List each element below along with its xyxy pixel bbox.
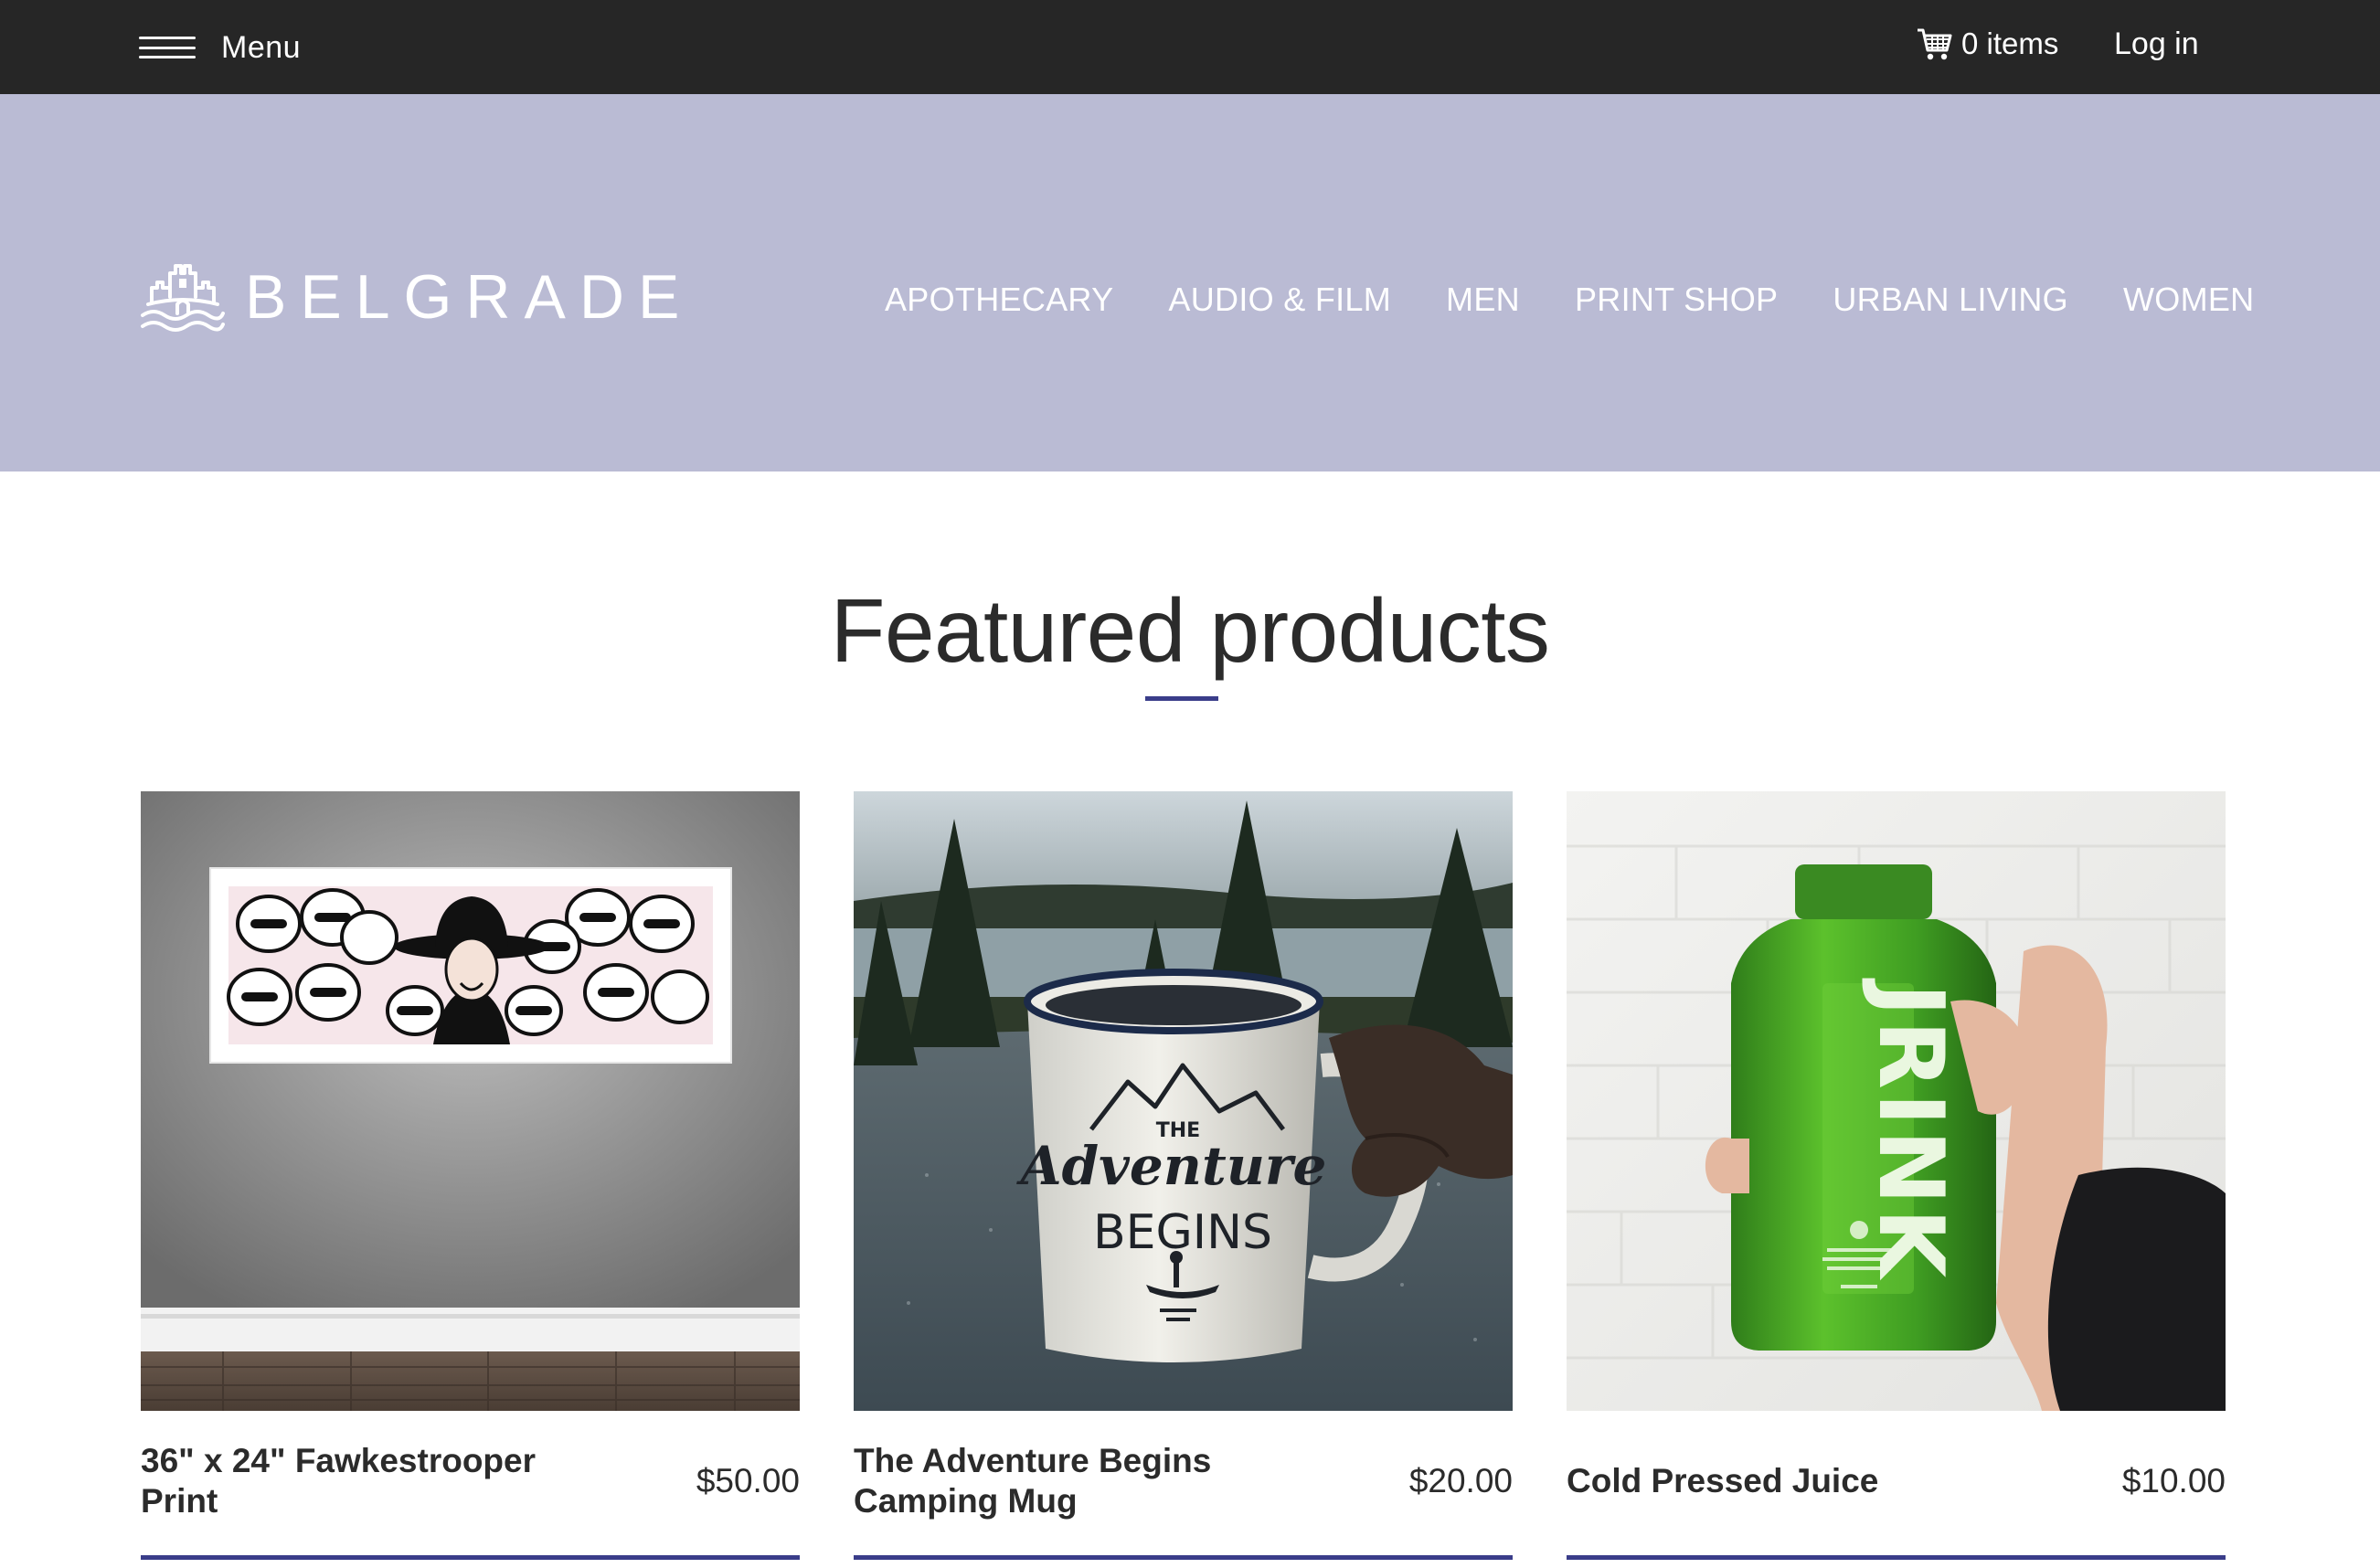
cart-link[interactable]: 0 items	[1916, 16, 2058, 71]
card-underline	[854, 1555, 1513, 1560]
mug-text-adventure: Adventure	[1016, 1135, 1327, 1197]
bottle-brand-text: JRINK	[1858, 978, 1962, 1281]
camping-mug-image: THE Adventure BEGINS	[854, 791, 1513, 1411]
juice-bottle-image: JRINK	[1567, 791, 2226, 1411]
product-price: $20.00	[1408, 1462, 1513, 1499]
framed-art-print-image	[141, 791, 800, 1411]
site-header: BELGRADE APOTHECARY AUDIO & FILM MEN PRI…	[0, 94, 2380, 471]
nav-item-apothecary[interactable]: APOTHECARY	[885, 281, 1113, 319]
site-logo[interactable]: BELGRADE	[139, 259, 693, 335]
login-link[interactable]: Log in	[2114, 16, 2199, 71]
main-nav: APOTHECARY AUDIO & FILM MEN PRINT SHOP U…	[885, 268, 2254, 332]
card-underline	[141, 1555, 800, 1560]
nav-item-urban-living[interactable]: URBAN LIVING	[1833, 281, 2068, 319]
product-image[interactable]: JRINK	[1567, 791, 2226, 1411]
nav-item-men[interactable]: MEN	[1446, 281, 1520, 319]
nav-item-print-shop[interactable]: PRINT SHOP	[1575, 281, 1778, 319]
product-image[interactable]: THE Adventure BEGINS	[854, 791, 1513, 1411]
product-name[interactable]: The Adventure Begins Camping Mug	[854, 1431, 1283, 1531]
mug-text-begins: BEGINS	[1093, 1205, 1272, 1260]
shopping-cart-icon	[1918, 28, 1952, 60]
product-image[interactable]	[141, 791, 800, 1411]
menu-button[interactable]: Menu	[139, 20, 301, 75]
hamburger-icon	[139, 37, 196, 58]
product-name[interactable]: 36" x 24" Fawkestrooper Print	[141, 1431, 570, 1531]
card-underline	[1567, 1555, 2226, 1560]
featured-title: Featured products	[830, 580, 1550, 681]
cart-count: 0 items	[1961, 26, 2059, 60]
top-bar: Menu 0 items Log in	[0, 0, 2380, 94]
product-name[interactable]: Cold Pressed Juice	[1567, 1431, 1996, 1531]
product-card[interactable]: 36" x 24" Fawkestrooper Print $50.00	[141, 791, 800, 1568]
title-underline	[1145, 696, 1218, 701]
castle-logo-icon	[141, 264, 225, 332]
product-card[interactable]: THE Adventure BEGINS The Adventure Begin…	[854, 791, 1513, 1568]
product-price: $50.00	[696, 1462, 800, 1499]
nav-item-audio-film[interactable]: AUDIO & FILM	[1168, 281, 1391, 319]
brand-name: BELGRADE	[245, 262, 694, 332]
product-card[interactable]: JRINK Cold Pressed Juice $10.00	[1567, 791, 2226, 1568]
product-price: $10.00	[2121, 1462, 2226, 1499]
nav-item-women[interactable]: WOMEN	[2123, 281, 2254, 319]
menu-label: Menu	[221, 29, 302, 65]
